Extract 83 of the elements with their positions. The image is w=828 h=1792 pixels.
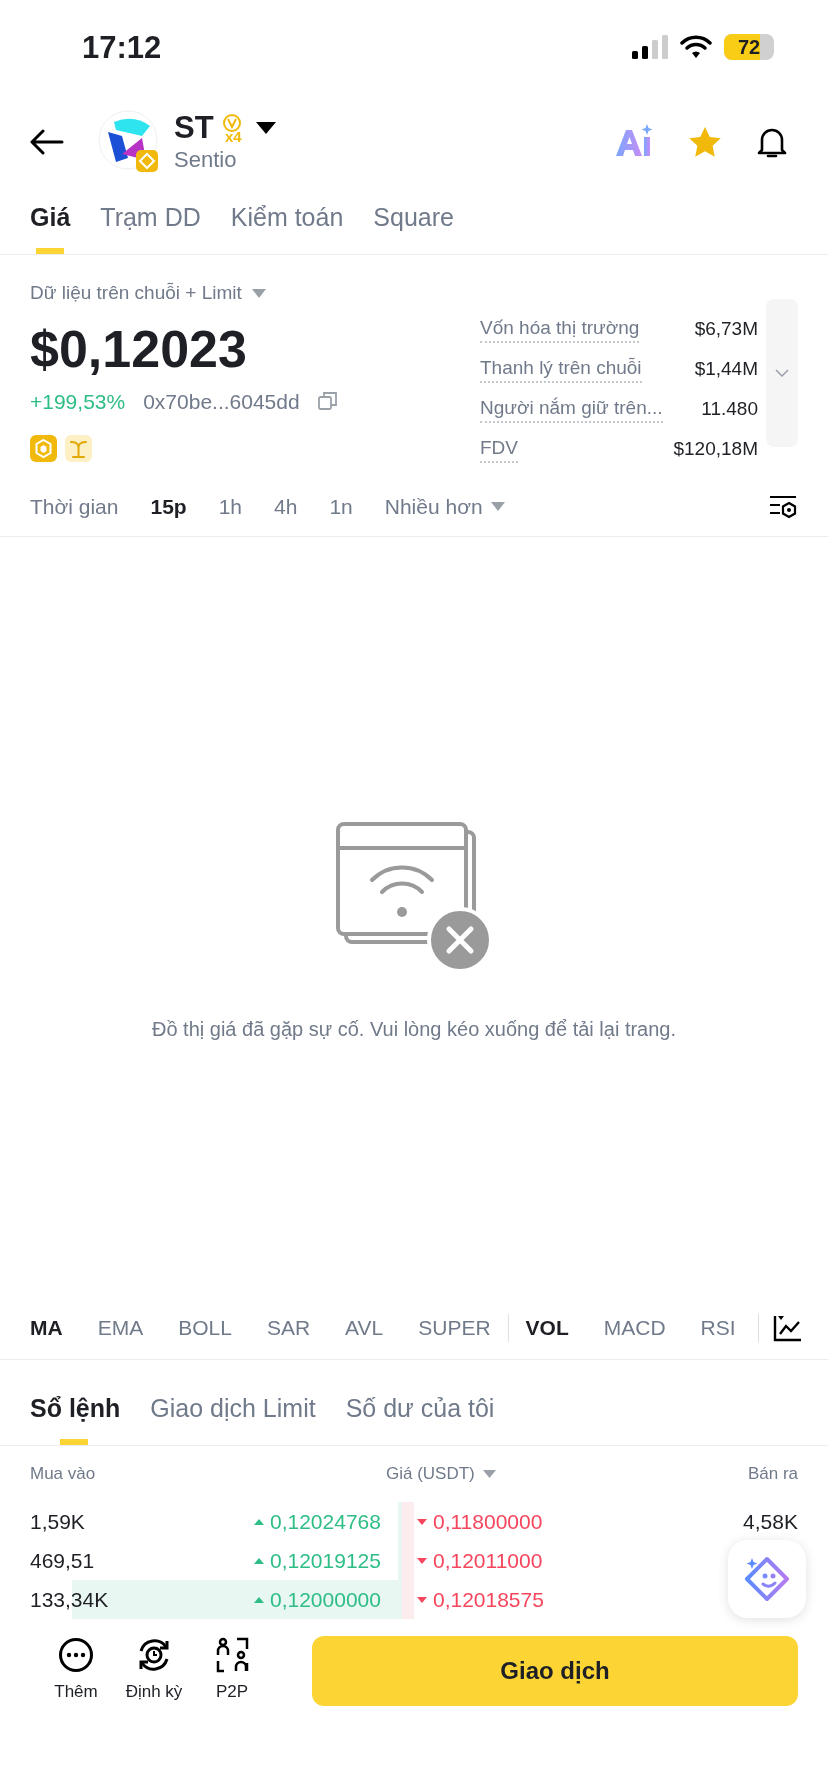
more-timeframes-button[interactable]: Nhiều hơn <box>384 490 483 523</box>
bid-amount: 469,51 <box>30 1547 96 1574</box>
connection-error-icon <box>336 822 492 972</box>
multiplier-label: x4 <box>224 128 242 144</box>
order-book-tab[interactable]: Sổ lệnh <box>30 1372 121 1445</box>
timeframe-tab[interactable]: 1n <box>329 490 353 523</box>
signal-icon <box>632 35 668 59</box>
indicator-tab[interactable]: EMA <box>97 1311 144 1344</box>
stat-value: $120,18M <box>673 436 758 461</box>
order-book-tab[interactable]: Giao dịch Limit <box>150 1372 316 1445</box>
timeframe-tab[interactable]: 4h <box>274 490 298 523</box>
indicator-tab[interactable]: VOL <box>525 1311 569 1344</box>
dropdown-icon[interactable] <box>255 122 276 134</box>
bid-price: 0,12024768 <box>270 1508 381 1535</box>
stat-label[interactable]: FDV <box>480 435 518 463</box>
smiley-icon <box>742 1554 792 1604</box>
price: $0,12023 <box>30 318 248 380</box>
down-arrow-icon <box>416 1518 427 1525</box>
chart-error-message: Đồ thị giá đã gặp sự cố. Vui lòng kéo xuống để tải lại trang. <box>151 1017 677 1042</box>
bid-price: 0,12000000 <box>270 1586 381 1613</box>
ask-amount: 4,58K <box>743 1508 798 1535</box>
bottom-action-button[interactable]: Định kỳ <box>118 1637 190 1705</box>
token-name: Sentio <box>174 146 238 174</box>
tab[interactable]: Square <box>373 182 454 254</box>
stat-label[interactable]: Thanh lý trên chuỗi <box>480 355 642 383</box>
indicator-tab[interactable]: RSI <box>700 1311 736 1344</box>
ask-price: 0,12011000 <box>432 1547 543 1574</box>
indicator-tab[interactable]: AVL <box>345 1311 384 1344</box>
down-arrow-icon <box>416 1596 427 1603</box>
caret-icon[interactable] <box>251 288 266 298</box>
chart-line-icon[interactable] <box>773 1313 803 1342</box>
indicator-tab[interactable]: SAR <box>266 1311 311 1344</box>
stat-value: $6,73M <box>694 316 758 341</box>
stat-value: 11.480 <box>701 396 758 421</box>
more-icon[interactable] <box>58 1637 94 1674</box>
tab[interactable]: Trạm DD <box>100 182 201 254</box>
order-book-tab[interactable]: Số dư của tôi <box>345 1372 495 1445</box>
bid-price: 0,12019125 <box>270 1547 381 1574</box>
token-symbol: ST <box>174 110 214 146</box>
up-arrow-icon <box>254 1596 264 1603</box>
caret-icon[interactable] <box>482 1470 496 1478</box>
price-change: +199,53% <box>30 388 126 415</box>
timeframe-tab[interactable]: 1h <box>218 490 243 523</box>
caret-icon[interactable] <box>490 502 505 511</box>
timeframe-tab[interactable]: 15p <box>150 490 187 523</box>
stat-label[interactable]: Vốn hóa thị trường <box>480 315 640 343</box>
tab[interactable]: Kiểm toán <box>230 182 344 254</box>
indicator-tab[interactable]: MA <box>30 1311 63 1344</box>
bnb-chain-icon <box>30 435 57 462</box>
assistant-button[interactable] <box>728 1540 806 1618</box>
column-header: Giá (USDT) <box>386 1463 475 1486</box>
down-arrow-icon <box>416 1557 427 1564</box>
column-header: Bán ra <box>747 1463 798 1486</box>
indicator-tab[interactable]: MACD <box>603 1311 666 1344</box>
stat-label[interactable]: Người nắm giữ trên... <box>480 395 663 423</box>
indicator-tab[interactable]: BOLL <box>178 1311 232 1344</box>
p2p-icon[interactable] <box>215 1637 249 1674</box>
star-icon[interactable] <box>688 126 722 158</box>
battery-icon: 72 <box>724 34 774 60</box>
copy-icon[interactable] <box>317 391 338 412</box>
column-header: Mua vào <box>30 1463 97 1486</box>
stat-value: $1,44M <box>694 356 758 381</box>
bottom-action-button[interactable]: P2P <box>196 1637 268 1705</box>
bid-amount: 133,34K <box>30 1586 110 1613</box>
trade-button[interactable]: Giao dịch <box>312 1636 798 1706</box>
indicator-tab[interactable]: SUPER <box>418 1311 491 1344</box>
ask-price: 0,12018575 <box>432 1586 544 1613</box>
tab[interactable]: Giá <box>30 182 71 254</box>
data-source-selector[interactable]: Dữ liệu trên chuỗi + Limit <box>30 279 242 308</box>
timeframe-tab[interactable]: Thời gian <box>30 490 119 523</box>
back-icon[interactable] <box>30 129 64 155</box>
chart-settings-icon[interactable] <box>768 493 798 520</box>
wifi-icon <box>680 35 712 59</box>
verified-icon <box>221 112 242 133</box>
ask-price: 0,11800000 <box>432 1508 543 1535</box>
bid-amount: 1,59K <box>30 1508 86 1535</box>
status-time: 17:12 <box>82 28 162 67</box>
chevron-down-icon[interactable] <box>775 369 789 377</box>
contract-address: 0x70be...6045dd <box>143 388 300 415</box>
bottom-action-button[interactable]: Thêm <box>40 1637 112 1705</box>
up-arrow-icon <box>254 1557 264 1564</box>
sprout-icon <box>65 435 92 462</box>
up-arrow-icon <box>254 1518 264 1525</box>
